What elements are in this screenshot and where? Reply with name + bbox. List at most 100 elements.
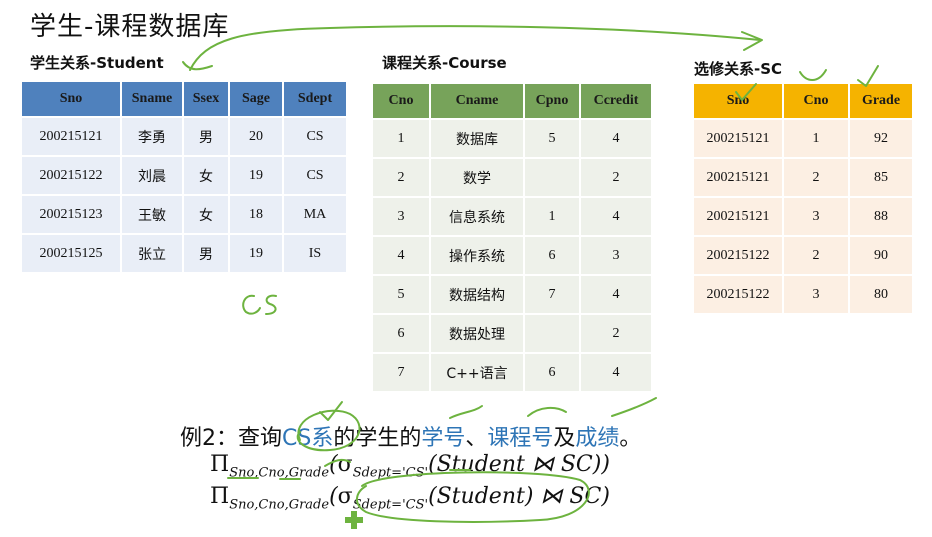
cell: 2 — [784, 237, 848, 274]
example-cno: 课程号 — [487, 426, 554, 451]
cell: 4 — [581, 276, 651, 313]
cell: 20 — [230, 118, 282, 155]
col-header-ssex: Ssex — [184, 82, 228, 116]
selection-symbol: σ — [337, 452, 353, 477]
cell: CS — [284, 157, 346, 194]
cell: 200215121 — [694, 198, 782, 235]
cno-underline — [527, 406, 567, 417]
cell: 6 — [373, 315, 429, 352]
course-table: Cno Cname Cpno Ccredit 1 数据库 5 4 2 数学 2 … — [371, 82, 653, 393]
example-sno: 学号 — [421, 426, 466, 451]
cell: 4 — [581, 120, 651, 157]
cell: 数学 — [431, 159, 523, 196]
table-row: 200215122 刘晨 女 19 CS — [22, 157, 346, 194]
selection-symbol: σ — [337, 484, 353, 509]
cell: 200215121 — [694, 159, 782, 196]
cell: IS — [284, 235, 346, 272]
cell: 3 — [784, 276, 848, 313]
col-header-sname: Sname — [122, 82, 182, 116]
cursor-plus — [345, 511, 363, 529]
cell: 王敏 — [122, 196, 182, 233]
cell: 19 — [230, 157, 282, 194]
cell: 2 — [784, 159, 848, 196]
table-row: 2 数学 2 — [373, 159, 651, 196]
example-and: 及 — [553, 426, 576, 451]
cs-handwriting — [242, 294, 277, 315]
ssex-hook — [182, 61, 213, 71]
example-mid: 的学生的 — [333, 426, 422, 451]
cell: 1 — [525, 198, 579, 235]
arrow-head — [741, 31, 763, 51]
cell: 数据处理 — [431, 315, 523, 352]
cell: 男 — [184, 235, 228, 272]
col-header-cno: Cno — [373, 84, 429, 118]
cell: 数据库 — [431, 120, 523, 157]
cell: 6 — [525, 237, 579, 274]
cell: 4 — [373, 237, 429, 274]
example-prefix: 例2：查询 — [180, 426, 282, 451]
cell: 5 — [525, 120, 579, 157]
table-row: 200215122 2 90 — [694, 237, 912, 274]
cell: 5 — [373, 276, 429, 313]
projection-symbol: Π — [210, 452, 230, 477]
student-caption: 学生关系-Student — [30, 54, 164, 72]
cell: 2 — [581, 159, 651, 196]
col-header-cno: Cno — [784, 84, 848, 118]
cell: 信息系统 — [431, 198, 523, 235]
example-grade: 成绩 — [575, 426, 620, 451]
cell: 6 — [525, 354, 579, 391]
table-header-row: Sno Sname Ssex Sage Sdept — [22, 82, 346, 116]
cell: 2 — [373, 159, 429, 196]
cell — [525, 159, 579, 196]
cell: 200215123 — [22, 196, 120, 233]
cell: 200215122 — [694, 276, 782, 313]
cell: 4 — [581, 198, 651, 235]
table-header-row: Cno Cname Cpno Ccredit — [373, 84, 651, 118]
cell: 4 — [581, 354, 651, 391]
sc-caption: 选修关系-SC — [694, 60, 783, 78]
cell — [525, 315, 579, 352]
table-row: 200215122 3 80 — [694, 276, 912, 313]
cell: 刘晨 — [122, 157, 182, 194]
table-row: 200215121 2 85 — [694, 159, 912, 196]
cell: 200215121 — [694, 120, 782, 157]
table-row: 200215121 3 88 — [694, 198, 912, 235]
open-paren: ( — [329, 452, 338, 477]
example-question: 例2：查询CS系的学生的学号、课程号及成绩。 — [180, 420, 641, 452]
col-header-cpno: Cpno — [525, 84, 579, 118]
col-header-sdept: Sdept — [284, 82, 346, 116]
table-row: 4 操作系统 6 3 — [373, 237, 651, 274]
cell: 1 — [373, 120, 429, 157]
cell: 200215121 — [22, 118, 120, 155]
cs-dept-check — [319, 401, 343, 421]
cell: 张立 — [122, 235, 182, 272]
cell: 7 — [525, 276, 579, 313]
cell: 3 — [581, 237, 651, 274]
cell: 男 — [184, 118, 228, 155]
cell: C++语言 — [431, 354, 523, 391]
selection-condition: Sdept='CS' — [352, 465, 429, 481]
cell: 85 — [850, 159, 912, 196]
cell: 92 — [850, 120, 912, 157]
table-row: 200215125 张立 男 19 IS — [22, 235, 346, 272]
cell: CS — [284, 118, 346, 155]
student-table: Sno Sname Ssex Sage Sdept 200215121 李勇 男… — [20, 80, 348, 274]
table-row: 7 C++语言 6 4 — [373, 354, 651, 391]
formula-2-body: (Student) ⋈ SC) — [428, 484, 610, 509]
cell: 200215122 — [22, 157, 120, 194]
grade-underline — [611, 397, 657, 417]
cell: 1 — [784, 120, 848, 157]
cell: MA — [284, 196, 346, 233]
example-cs-dept: CS系 — [282, 426, 334, 451]
formula-1-body: (Student ⋈ SC)) — [428, 452, 610, 477]
cno-check — [799, 69, 827, 81]
table-row: 200215121 李勇 男 20 CS — [22, 118, 346, 155]
open-paren: ( — [329, 484, 338, 509]
cell: 数据结构 — [431, 276, 523, 313]
table-row: 1 数据库 5 4 — [373, 120, 651, 157]
col-header-sno: Sno — [694, 84, 782, 118]
cell: 200215125 — [22, 235, 120, 272]
table-row: 200215121 1 92 — [694, 120, 912, 157]
course-caption: 课程关系-Course — [382, 54, 507, 72]
cell: 90 — [850, 237, 912, 274]
